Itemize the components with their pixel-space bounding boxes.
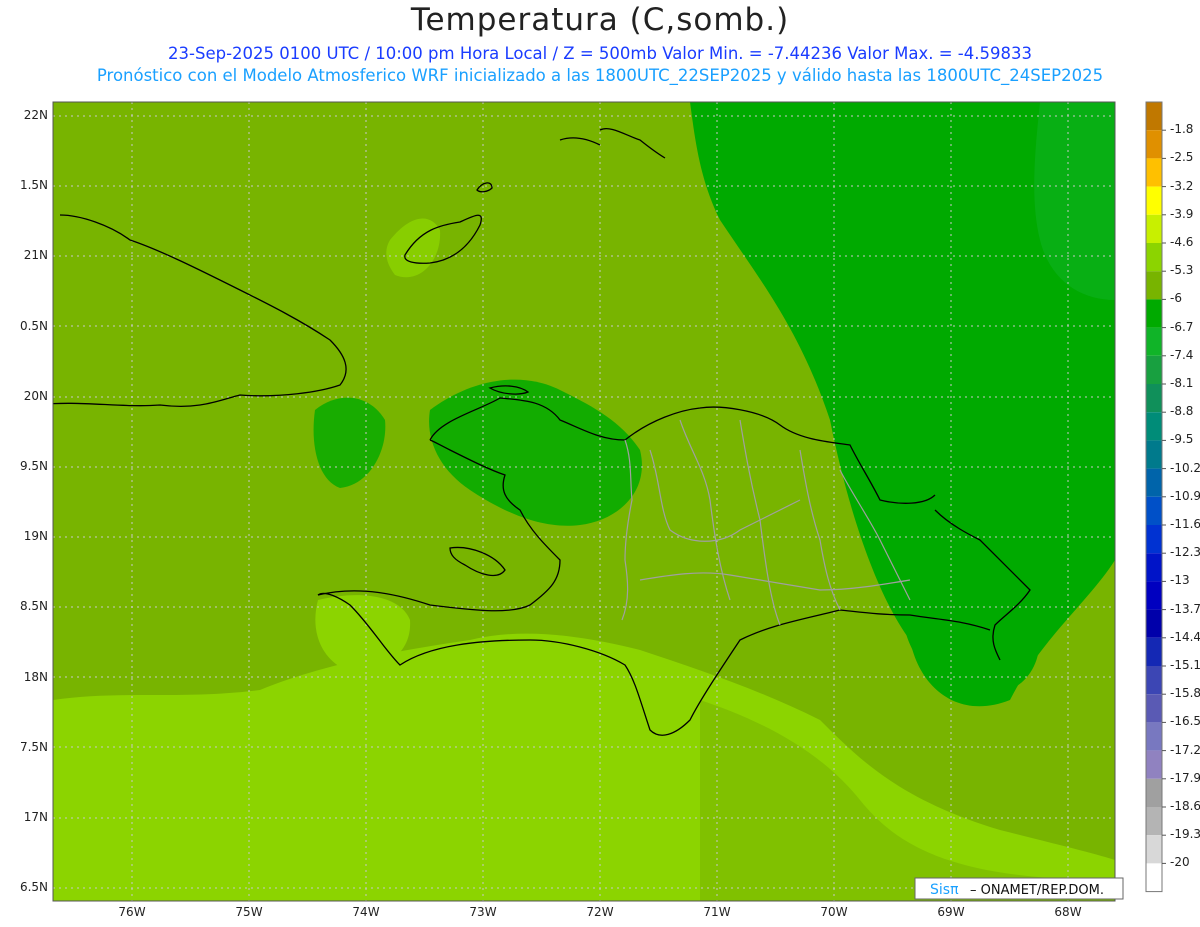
colorbar-swatch (1146, 722, 1162, 751)
colorbar-swatch (1146, 750, 1162, 779)
colorbar-label: -11.6 (1170, 517, 1200, 531)
colorbar-label: -13 (1170, 573, 1190, 588)
colorbar-swatch (1146, 666, 1162, 695)
colorbar-label: -14.4 (1170, 629, 1200, 644)
colorbar-swatch (1146, 835, 1162, 864)
credit-brand: Sisπ (930, 882, 959, 898)
latitude-label: 1.5N (19, 178, 48, 193)
colorbar-swatch (1146, 525, 1162, 554)
longitude-label: 74W (352, 905, 380, 919)
colorbar-swatch (1146, 299, 1162, 328)
colorbar-swatch (1146, 271, 1162, 300)
colorbar-label: -5.3 (1170, 263, 1194, 278)
longitude-label: 70W (820, 905, 848, 919)
colorbar-label: -6 (1170, 291, 1182, 306)
colorbar-swatch (1146, 778, 1162, 807)
credit-org: – ONAMET/REP.DOM. (970, 883, 1104, 898)
latitude-label: 20N (23, 388, 48, 403)
colorbar-label: -7.4 (1170, 347, 1194, 362)
colorbar-label: -12.3 (1170, 545, 1200, 560)
latitude-label: 21N (23, 248, 48, 263)
temperature-field (53, 102, 1115, 901)
colorbar (1145, 101, 1166, 893)
colorbar-swatch (1146, 130, 1162, 159)
colorbar-swatch (1146, 214, 1162, 243)
credit-box: Sisπ – ONAMET/REP.DOM. (914, 877, 1124, 900)
longitude-label: 75W (235, 905, 263, 919)
longitude-label: 73W (469, 905, 497, 919)
colorbar-swatch (1146, 440, 1162, 469)
latitude-label: 7.5N (19, 739, 48, 754)
colorbar-swatch (1146, 807, 1162, 836)
colorbar-label: -17.9 (1170, 770, 1200, 785)
colorbar-swatch (1146, 553, 1162, 582)
colorbar-label: -6.7 (1170, 319, 1194, 334)
colorbar-label: -10.2 (1170, 460, 1200, 475)
colorbar-label: -15.8 (1170, 686, 1200, 701)
colorbar-label: -20 (1170, 855, 1190, 870)
colorbar-label: -13.7 (1170, 601, 1200, 616)
colorbar-label: -17.2 (1170, 742, 1200, 757)
colorbar-label: -16.5 (1170, 714, 1200, 729)
colorbar-label: -4.6 (1170, 235, 1194, 249)
colorbar-label: -18.6 (1170, 799, 1200, 813)
latitude-label: 22N (23, 108, 48, 122)
longitude-label: 71W (703, 905, 731, 919)
colorbar-swatch (1146, 863, 1162, 892)
colorbar-swatch (1146, 637, 1162, 666)
colorbar-label: -8.8 (1170, 404, 1194, 419)
colorbar-label: -2.5 (1170, 150, 1194, 165)
colorbar-swatch (1146, 496, 1162, 525)
colorbar-label: -8.1 (1170, 376, 1194, 390)
latitude-label: 18N (23, 669, 48, 684)
latitude-label: 17N (23, 810, 48, 824)
colorbar-label: -19.3 (1170, 827, 1200, 842)
colorbar-swatch (1146, 158, 1162, 187)
colorbar-swatch (1146, 384, 1162, 413)
latitude-label: 19N (23, 529, 48, 544)
latitude-label: 0.5N (19, 318, 48, 333)
colorbar-swatch (1146, 186, 1162, 215)
colorbar-swatch (1146, 412, 1162, 441)
colorbar-swatch (1146, 468, 1162, 497)
longitude-label: 69W (937, 905, 965, 919)
latitude-label: 8.5N (19, 599, 48, 614)
colorbar-swatch (1146, 581, 1162, 610)
colorbar-label: -10.9 (1170, 488, 1200, 503)
colorbar-swatch (1146, 102, 1162, 131)
colorbar-label: -3.2 (1170, 178, 1194, 193)
colorbar-label: -9.5 (1170, 432, 1194, 447)
colorbar-swatch (1146, 694, 1162, 723)
colorbar-label: -15.1 (1170, 658, 1200, 672)
colorbar-swatch (1146, 243, 1162, 272)
colorbar-swatch (1146, 327, 1162, 356)
latitude-label: 9.5N (19, 459, 48, 473)
colorbar-label: -1.8 (1170, 122, 1194, 137)
longitude-label: 68W (1054, 905, 1082, 919)
latitude-label: 6.5N (19, 880, 48, 895)
colorbar-label: -3.9 (1170, 206, 1194, 221)
colorbar-swatch (1146, 355, 1162, 384)
colorbar-swatch (1146, 609, 1162, 638)
longitude-label: 76W (118, 905, 146, 919)
map-canvas: Sisπ – ONAMET/REP.DOM. (52, 101, 1166, 902)
longitude-label: 72W (586, 905, 614, 919)
